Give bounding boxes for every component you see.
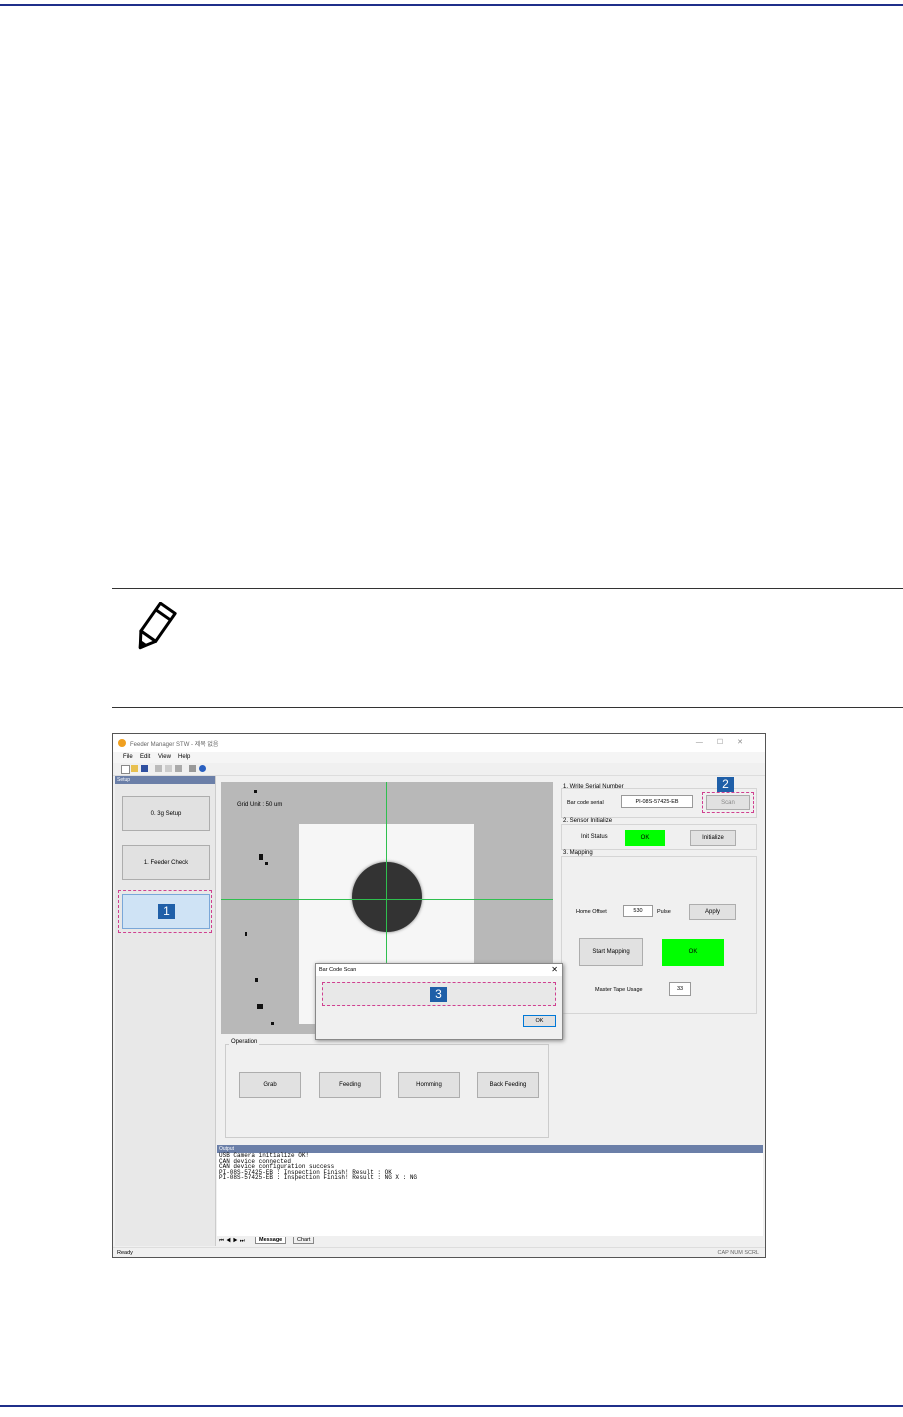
tab-chart[interactable]: Chart	[293, 1237, 315, 1244]
homming-button[interactable]: Homming	[398, 1072, 460, 1098]
feeder-check-button[interactable]: 1. Feeder Check	[122, 845, 210, 880]
dialog-ok-button[interactable]: OK	[523, 1015, 556, 1027]
copy-icon[interactable]	[165, 765, 172, 772]
new-file-icon[interactable]	[121, 765, 130, 774]
pulse-unit-label: Pulse	[657, 909, 671, 915]
callout-2-frame	[702, 792, 754, 813]
master-tape-usage-value: 33	[669, 982, 691, 996]
app-icon	[118, 739, 126, 747]
target-circle	[352, 862, 422, 932]
setup-pane-title: Setup	[115, 776, 215, 784]
camera-speck	[265, 862, 268, 865]
camera-speck	[259, 854, 263, 860]
camera-speck	[257, 1004, 263, 1009]
crosshair-horizontal	[221, 899, 553, 900]
mapping-status-indicator: OK	[662, 939, 724, 966]
master-tape-usage-label: Master Tape Usage	[595, 987, 643, 993]
tab-message[interactable]: Message	[255, 1237, 287, 1244]
mapping-group	[561, 856, 757, 1014]
grid-unit-label: Grid Unit : 50 um	[237, 802, 283, 808]
minimize-icon[interactable]: —	[696, 739, 717, 746]
output-log: USB Camera initialize OK! CAN device con…	[217, 1153, 763, 1236]
callout-2: 2	[717, 777, 734, 792]
log-line: PI-08S-57425-EB : Inspection Finish! Res…	[219, 1174, 418, 1182]
dialog-title-bar: Bar Code Scan ✕	[316, 964, 562, 976]
paste-icon[interactable]	[175, 765, 182, 772]
menu-help[interactable]: Help	[178, 754, 190, 760]
back-feeding-button[interactable]: Back Feeding	[477, 1072, 539, 1098]
menu-edit[interactable]: Edit	[140, 754, 150, 760]
camera-speck	[254, 790, 257, 793]
barcode-serial-field[interactable]: PI-08S-57425-EB	[621, 795, 693, 808]
sensor-title: 2. Sensor Initialize	[563, 818, 613, 824]
help-icon[interactable]	[199, 765, 206, 772]
start-mapping-button[interactable]: Start Mapping	[579, 938, 643, 966]
footer-rule	[0, 1405, 903, 1407]
callout-1: 1	[158, 904, 175, 919]
menu-bar: File Edit View Help	[113, 752, 765, 763]
callout-3: 3	[430, 987, 447, 1002]
init-status-label: Init Status	[581, 834, 608, 840]
status-indicators: CAP NUM SCRL	[717, 1250, 759, 1256]
operation-panel: Operation Grab Feeding Homming Back Feed…	[221, 1034, 553, 1142]
status-bar: Ready CAP NUM SCRL	[113, 1247, 765, 1257]
save-icon[interactable]	[141, 765, 148, 772]
output-tabs: ⏮◀▶⏭ Message Chart	[217, 1236, 763, 1246]
setup-button[interactable]: 0. 3g Setup	[122, 796, 210, 831]
note-top-rule	[112, 588, 903, 589]
write-serial-title: 1. Write Serial Number	[563, 784, 624, 790]
mapping-title: 3. Mapping	[563, 850, 593, 856]
print-icon[interactable]	[189, 765, 196, 772]
barcode-scan-dialog: Bar Code Scan ✕ 3 OK	[315, 963, 563, 1040]
app-screenshot: Feeder Manager STW - 제목 없음 —☐✕ File Edit…	[112, 733, 766, 1258]
home-offset-label: Home Offset	[576, 909, 607, 915]
right-panel: 1. Write Serial Number Bar code serial P…	[559, 777, 759, 1146]
dialog-title: Bar Code Scan	[319, 967, 357, 973]
maximize-icon[interactable]: ☐	[717, 739, 737, 746]
feeder-check-label: 1. Feeder Check	[143, 860, 189, 866]
operation-title: Operation	[229, 1039, 260, 1045]
open-folder-icon[interactable]	[131, 765, 138, 772]
header-rule	[0, 4, 903, 6]
window-controls[interactable]: —☐✕	[696, 738, 757, 746]
grab-button[interactable]: Grab	[239, 1072, 301, 1098]
apply-button[interactable]: Apply	[689, 904, 736, 920]
cut-icon[interactable]	[155, 765, 162, 772]
initialize-button[interactable]: Initialize	[690, 830, 736, 846]
title-bar: Feeder Manager STW - 제목 없음 —☐✕	[113, 734, 765, 752]
tab-scroll-arrows[interactable]: ⏮◀▶⏭	[219, 1238, 247, 1245]
init-status-indicator: OK	[625, 830, 665, 846]
feeding-button[interactable]: Feeding	[319, 1072, 381, 1098]
camera-speck	[245, 932, 247, 936]
toolbar	[113, 763, 765, 776]
setup-pane: Setup 0. 3g Setup 1. Feeder Check 1	[115, 776, 216, 1246]
status-ready: Ready	[117, 1250, 133, 1256]
pencil-note-icon	[138, 602, 177, 650]
camera-speck	[271, 1022, 274, 1025]
barcode-serial-label: Bar code serial	[567, 800, 604, 806]
home-offset-field[interactable]: 530	[623, 905, 653, 917]
setup-button-label: 0. 3g Setup	[150, 811, 182, 817]
close-icon[interactable]: ✕	[737, 739, 757, 746]
menu-view[interactable]: View	[158, 754, 171, 760]
note-bottom-rule	[112, 707, 903, 708]
window-title: Feeder Manager STW - 제목 없음	[130, 742, 219, 748]
menu-file[interactable]: File	[123, 754, 133, 760]
camera-speck	[255, 978, 258, 982]
dialog-close-icon[interactable]: ✕	[551, 965, 558, 974]
